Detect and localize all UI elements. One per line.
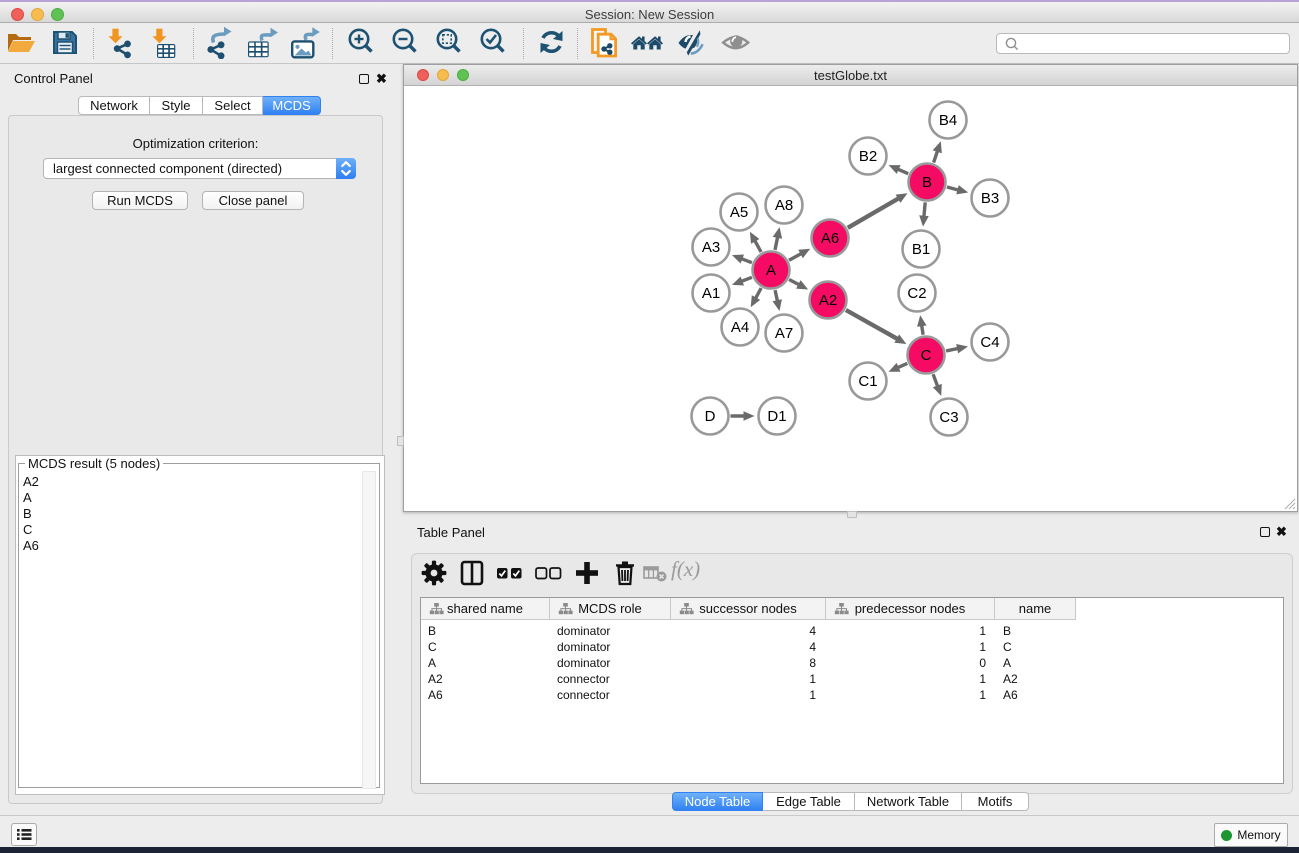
svg-text:C1: C1 bbox=[858, 373, 877, 390]
svg-text:B4: B4 bbox=[939, 112, 957, 129]
svg-text:A2: A2 bbox=[819, 292, 837, 309]
svg-text:C2: C2 bbox=[907, 285, 926, 302]
svg-text:C4: C4 bbox=[980, 334, 999, 351]
svg-text:B1: B1 bbox=[912, 241, 930, 258]
svg-text:A6: A6 bbox=[821, 230, 839, 247]
svg-text:A3: A3 bbox=[702, 239, 720, 256]
svg-text:A8: A8 bbox=[775, 197, 793, 214]
svg-text:C: C bbox=[921, 347, 932, 364]
svg-text:C3: C3 bbox=[939, 409, 958, 426]
svg-text:A4: A4 bbox=[731, 319, 749, 336]
svg-text:B3: B3 bbox=[981, 190, 999, 207]
svg-text:A7: A7 bbox=[775, 325, 793, 342]
svg-text:B2: B2 bbox=[859, 148, 877, 165]
svg-text:A1: A1 bbox=[702, 285, 720, 302]
svg-text:D1: D1 bbox=[767, 408, 786, 425]
svg-text:A: A bbox=[766, 262, 776, 279]
svg-text:D: D bbox=[705, 408, 716, 425]
svg-text:B: B bbox=[922, 174, 932, 191]
svg-text:A5: A5 bbox=[730, 204, 748, 221]
